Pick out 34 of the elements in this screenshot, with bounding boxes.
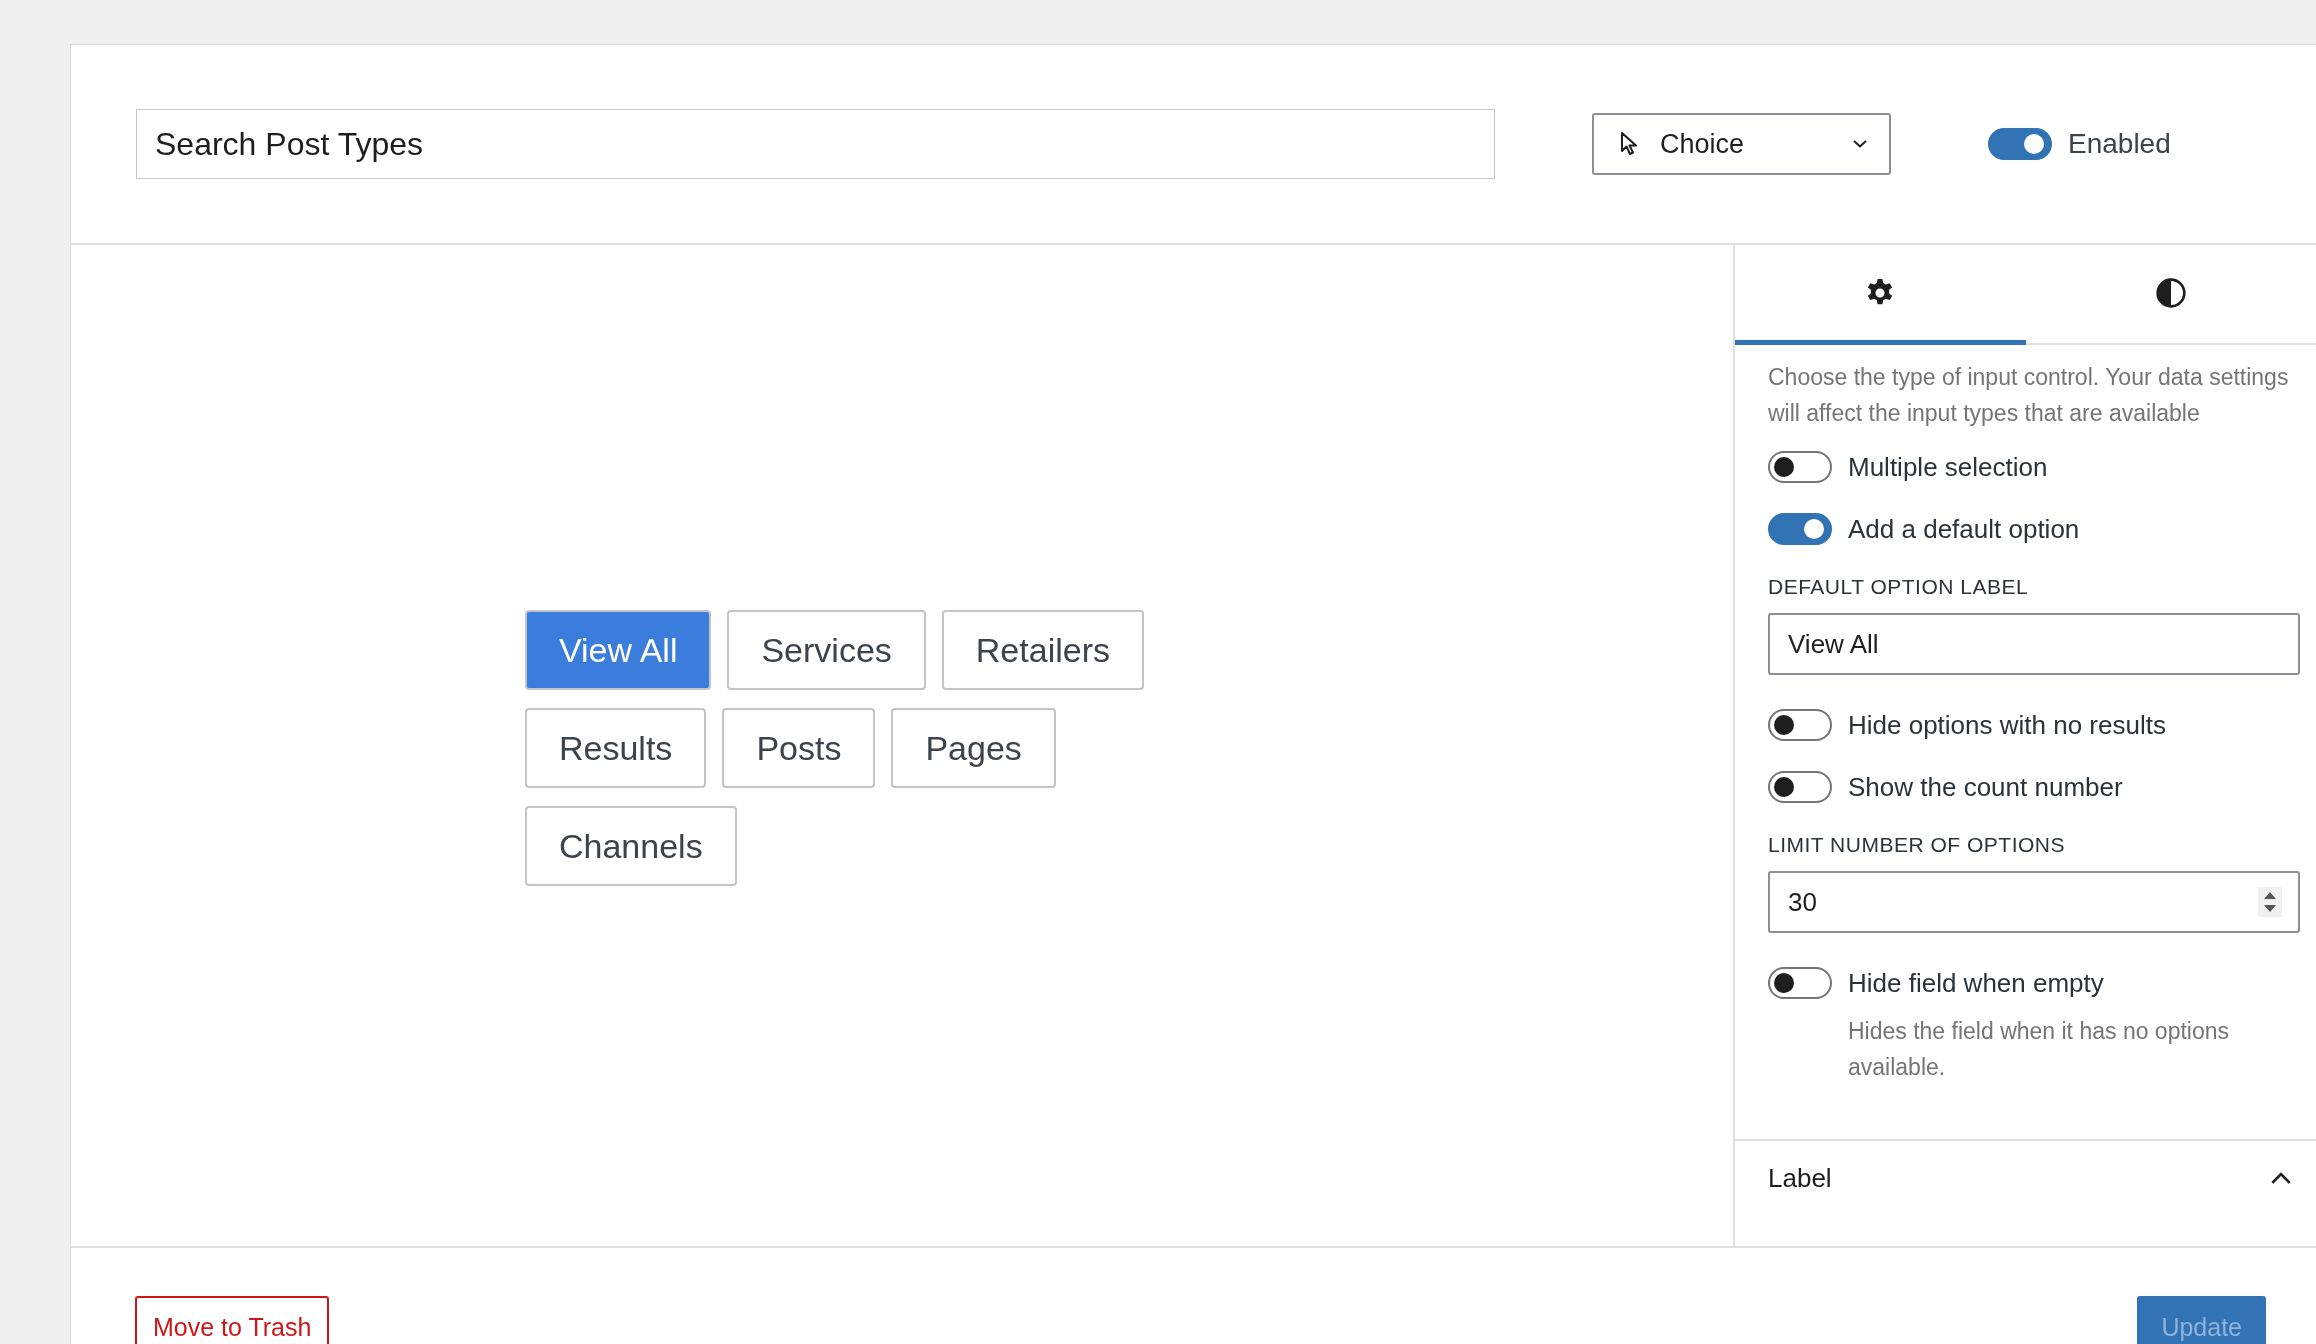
toggle-label: Hide field when empty (1848, 967, 2104, 999)
chevron-up-icon (2270, 1172, 2292, 1185)
label-section-header[interactable]: Label (1735, 1141, 2316, 1194)
setting-toggle[interactable] (1768, 771, 1832, 803)
enabled-toggle[interactable] (1988, 128, 2052, 160)
contrast-icon (2154, 276, 2187, 309)
title-field[interactable]: Search Post Types (136, 109, 1495, 179)
setting-toggle[interactable] (1768, 967, 1832, 999)
filter-option-button[interactable]: Pages (891, 708, 1056, 788)
filter-option-button[interactable]: View All (525, 610, 712, 690)
description-text: Choose the type of input control. Your data settings will affect the input types that are available (1768, 363, 2290, 428)
toggle-label: Multiple selection (1848, 451, 2048, 483)
default-option-label-input[interactable]: View All (1768, 613, 2300, 675)
cursor-icon (1620, 131, 1640, 157)
filter-option-button[interactable]: Results (525, 708, 707, 788)
filter-option-button[interactable]: Posts (722, 708, 876, 788)
setting-toggle[interactable] (1768, 451, 1832, 483)
filter-option-button[interactable]: Channels (525, 806, 737, 886)
toggle-label: Hide options with no results (1848, 709, 2166, 741)
chevron-down-icon (1853, 140, 1867, 148)
field-label: LIMIT NUMBER OF OPTIONS (1768, 833, 2066, 857)
toggle-label: Show the count number (1848, 771, 2123, 803)
toggle-label: Add a default option (1848, 513, 2080, 545)
spinner-icon (2258, 887, 2282, 917)
control-type-select[interactable]: Choice (1592, 113, 1891, 175)
setting-toggle[interactable] (1768, 709, 1832, 741)
limit-number-input[interactable]: 30 (1768, 871, 2300, 933)
filter-option-button[interactable]: Retailers (941, 610, 1144, 690)
filter-option-button[interactable]: Services (727, 610, 926, 690)
move-to-trash-button[interactable]: Move to Trash (135, 1296, 330, 1344)
help-text: Hides the field when it has no options available. (1848, 1017, 2231, 1082)
setting-toggle[interactable] (1768, 513, 1832, 545)
enabled-label: Enabled (2068, 128, 2171, 160)
field-label: DEFAULT OPTION LABEL (1768, 575, 2030, 599)
